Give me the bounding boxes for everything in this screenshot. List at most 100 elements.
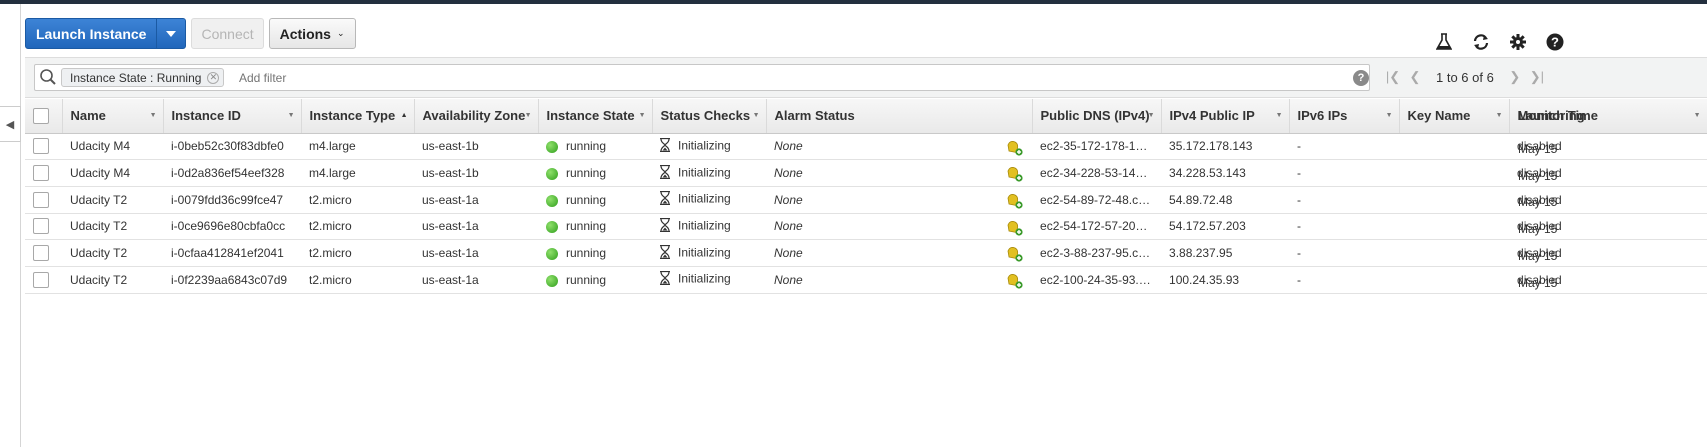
ipv4-public-ip-cell: 35.172.178.143 bbox=[1161, 133, 1290, 161]
chip-separator: : bbox=[146, 70, 157, 85]
sort-icon: ▼ bbox=[1275, 112, 1283, 119]
ipv4-public-ip-cell: 3.88.237.95 bbox=[1161, 239, 1290, 267]
table-row[interactable]: Udacity M4 i-0d2a836ef54eef328 m4.large … bbox=[25, 159, 1707, 187]
hourglass-icon bbox=[660, 191, 670, 208]
column-header-instance-state[interactable]: Instance State ▼ bbox=[538, 99, 653, 134]
row-checkbox[interactable] bbox=[33, 165, 49, 182]
select-all-header bbox=[25, 99, 63, 134]
row-checkbox[interactable] bbox=[33, 271, 49, 288]
last-page-icon[interactable]: ❯| bbox=[1526, 69, 1548, 85]
hourglass-icon bbox=[660, 244, 670, 262]
ipv4-public-ip-cell: 34.228.53.143 bbox=[1161, 159, 1290, 187]
search-filter-box[interactable]: Instance State : Running ✕ ? bbox=[34, 64, 1370, 91]
column-header-instance-type[interactable]: Instance Type ▲ bbox=[301, 99, 415, 134]
select-all-checkbox[interactable] bbox=[33, 108, 49, 125]
column-header-ipv6-ips[interactable]: IPv6 IPs ▼ bbox=[1289, 99, 1400, 134]
alarm-status-cell: None bbox=[766, 186, 1033, 214]
column-header-ipv4-public-ip[interactable]: IPv4 Public IP ▼ bbox=[1161, 99, 1290, 134]
filter-help-icon[interactable]: ? bbox=[1353, 70, 1369, 86]
column-header-name[interactable]: Name ▼ bbox=[62, 99, 164, 134]
running-status-icon bbox=[546, 247, 558, 260]
name-cell: Udacity T2 bbox=[62, 266, 163, 294]
checks-text: Initializing bbox=[678, 165, 731, 180]
column-header-instance-id[interactable]: Instance ID ▼ bbox=[163, 99, 302, 134]
refresh-icon[interactable] bbox=[1462, 30, 1499, 54]
availability-zone-cell: us-east-1b bbox=[414, 159, 538, 187]
search-icon bbox=[39, 68, 57, 89]
checks-text: Initializing bbox=[678, 271, 731, 286]
launch-time-cell: May 15 bbox=[1518, 248, 1558, 263]
column-header-status-checks[interactable]: Status Checks ▼ bbox=[652, 99, 767, 134]
collapse-nav-button[interactable]: ◀ bbox=[0, 106, 21, 142]
column-header-alarm-status[interactable]: Alarm Status bbox=[766, 99, 1033, 134]
table-header-row: Name ▼ Instance ID ▼ Instance Type ▲ Availa… bbox=[25, 99, 1707, 134]
running-status-icon bbox=[546, 167, 558, 180]
name-cell: Udacity M4 bbox=[62, 159, 163, 187]
sort-icon: ▼ bbox=[1693, 112, 1701, 119]
alarm-text: None bbox=[774, 192, 803, 207]
row-select-cell bbox=[25, 186, 62, 214]
status-checks-cell: Initializing bbox=[652, 266, 766, 294]
add-filter-input[interactable] bbox=[239, 71, 539, 85]
checks-text: Initializing bbox=[678, 218, 731, 233]
row-select-cell bbox=[25, 133, 62, 161]
launch-time-header[interactable]: Launch Time bbox=[1518, 99, 1598, 133]
prev-page-icon[interactable]: ❮ bbox=[1404, 69, 1426, 85]
launch-time-cell: May 15 bbox=[1518, 275, 1558, 290]
table-row[interactable]: Udacity T2 i-0079fdd36c99fce47 t2.micro … bbox=[25, 186, 1707, 214]
chevron-left-icon: ◀ bbox=[5, 118, 15, 131]
row-select-cell bbox=[25, 266, 62, 294]
public-dns-cell: ec2-54-172-57-203.com... bbox=[1032, 213, 1162, 241]
connect-button[interactable]: Connect bbox=[191, 18, 264, 49]
key-name-cell bbox=[1399, 159, 1510, 187]
table-row[interactable]: Udacity T2 i-0cfaa412841ef2041 t2.micro … bbox=[25, 239, 1707, 267]
table-row[interactable]: Udacity T2 i-0f2239aa6843c07d9 t2.micro … bbox=[25, 266, 1707, 294]
actions-button[interactable]: Actions ⌄ bbox=[268, 18, 356, 49]
help-icon[interactable]: ? bbox=[1536, 30, 1573, 54]
first-page-icon[interactable]: |❮ bbox=[1382, 69, 1404, 85]
column-header-public-dns[interactable]: Public DNS (IPv4) ▼ bbox=[1032, 99, 1162, 134]
row-checkbox[interactable] bbox=[33, 218, 49, 235]
add-alarm-icon[interactable] bbox=[1006, 219, 1024, 239]
launch-dropdown-button[interactable] bbox=[157, 19, 185, 48]
launch-instance-button[interactable]: Launch Instance bbox=[26, 19, 158, 48]
chevron-down-icon: ⌄ bbox=[336, 28, 345, 38]
column-header-key-name[interactable]: Key Name ▼ bbox=[1399, 99, 1510, 134]
table-row[interactable]: Udacity T2 i-0ce9696e80cbfa0cc t2.micro … bbox=[25, 213, 1707, 241]
alarm-status-cell: None bbox=[766, 133, 1033, 161]
remove-filter-icon[interactable]: ✕ bbox=[207, 71, 220, 84]
add-alarm-icon[interactable] bbox=[1006, 272, 1024, 292]
row-checkbox[interactable] bbox=[33, 191, 49, 208]
ipv6-ips-cell: - bbox=[1289, 266, 1400, 294]
page-count: 1 to 6 of 6 bbox=[1436, 69, 1494, 85]
add-alarm-icon[interactable] bbox=[1006, 139, 1024, 159]
launch-time-cell: May 15 bbox=[1518, 168, 1558, 183]
add-alarm-icon[interactable] bbox=[1006, 245, 1024, 265]
sort-icon: ▼ bbox=[1495, 112, 1503, 119]
row-checkbox[interactable] bbox=[33, 138, 49, 155]
add-alarm-icon[interactable] bbox=[1006, 192, 1024, 212]
hourglass-icon bbox=[660, 164, 670, 182]
column-header-availability-zone[interactable]: Availability Zone ▼ bbox=[414, 99, 539, 134]
gear-icon[interactable] bbox=[1499, 30, 1536, 54]
ipv6-ips-cell: - bbox=[1289, 213, 1400, 241]
launch-time-cell: May 15 bbox=[1518, 142, 1558, 156]
running-status-icon bbox=[546, 141, 558, 154]
table-row[interactable]: Udacity M4 i-0beb52c30f83dbfe0 m4.large … bbox=[25, 133, 1707, 161]
state-text: running bbox=[566, 192, 607, 207]
ipv4-public-ip-cell: 54.89.72.48 bbox=[1161, 186, 1290, 214]
sort-icon: ▼ bbox=[287, 112, 295, 119]
row-checkbox[interactable] bbox=[33, 245, 49, 262]
launch-time-cell: May 15 bbox=[1518, 222, 1558, 237]
next-page-icon[interactable]: ❯ bbox=[1504, 69, 1526, 85]
beaker-icon[interactable] bbox=[1425, 30, 1462, 54]
running-status-icon bbox=[546, 194, 558, 207]
availability-zone-cell: us-east-1b bbox=[414, 133, 538, 161]
instance-id-cell: i-0cfaa412841ef2041 bbox=[163, 239, 301, 267]
name-cell: Udacity M4 bbox=[62, 133, 163, 161]
filter-chip-instance-state[interactable]: Instance State : Running ✕ bbox=[61, 68, 225, 87]
key-name-cell bbox=[1399, 213, 1510, 241]
sort-icon: ▼ bbox=[638, 112, 646, 119]
add-alarm-icon[interactable] bbox=[1006, 165, 1024, 185]
availability-zone-cell: us-east-1a bbox=[414, 213, 538, 241]
